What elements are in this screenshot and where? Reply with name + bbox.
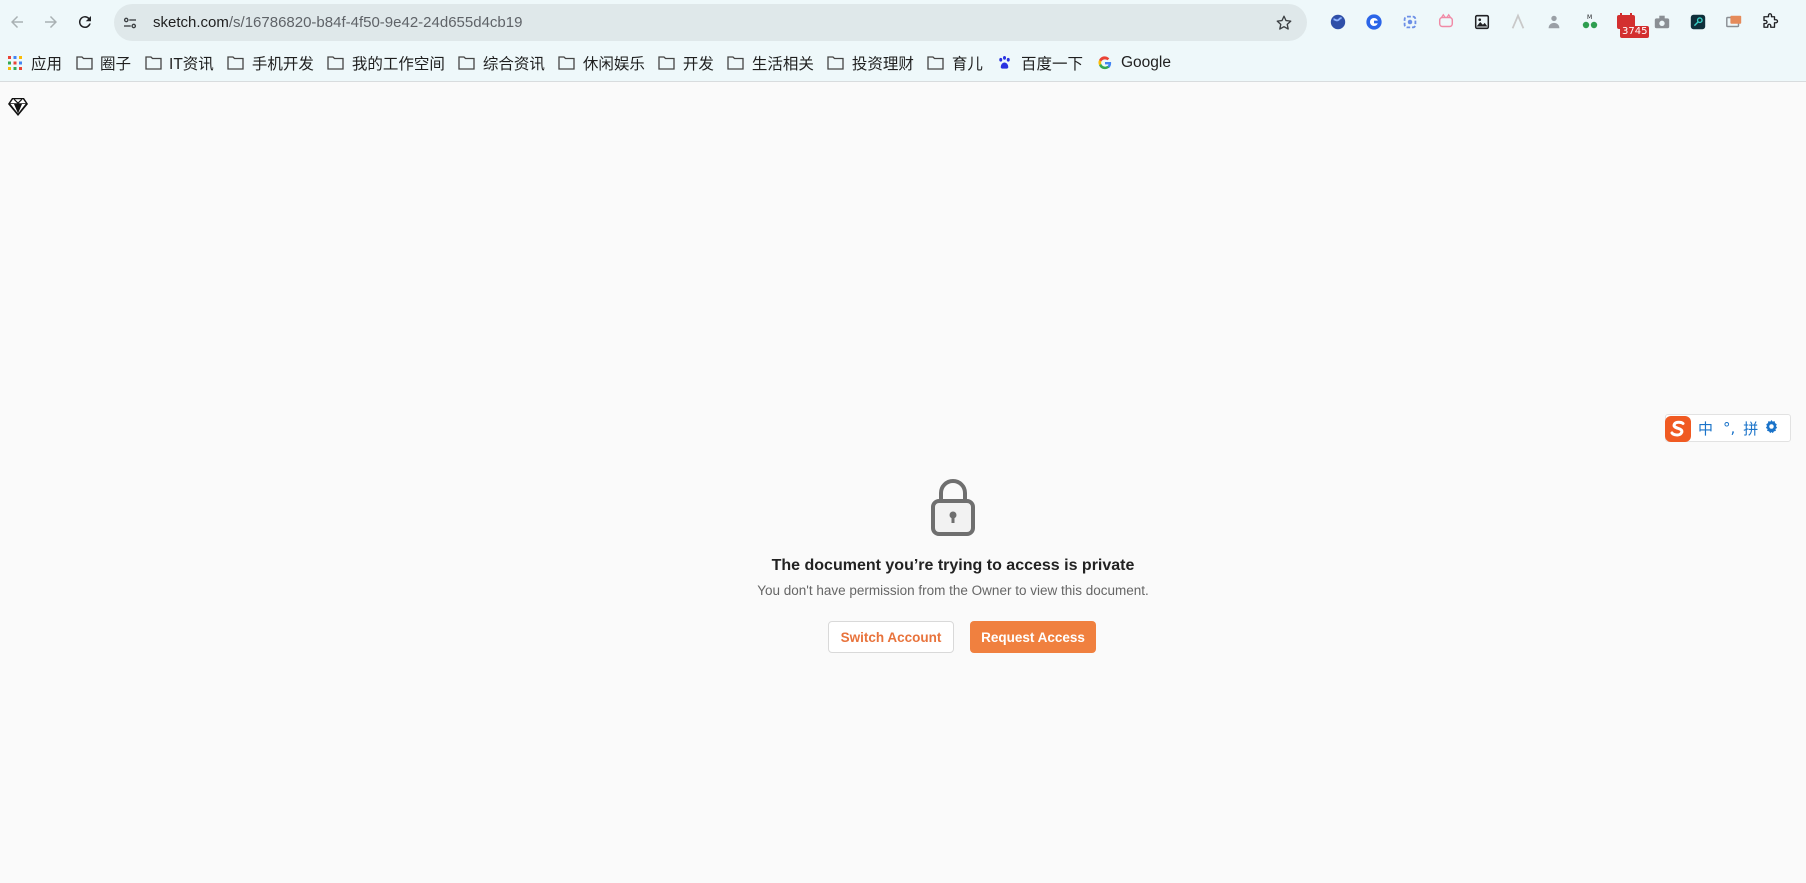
folder-icon bbox=[458, 54, 476, 72]
bookmark-label: Google bbox=[1120, 53, 1171, 71]
glasses-extension-icon[interactable]: M bbox=[1572, 4, 1608, 40]
folder-icon bbox=[558, 54, 576, 72]
bookmark-label: 开发 bbox=[682, 55, 714, 73]
bookmark-folder-investing[interactable]: 投资理财 bbox=[821, 49, 921, 77]
arrow-right-icon bbox=[45, 16, 57, 28]
folder-icon bbox=[927, 54, 945, 72]
bookmark-folder-dev[interactable]: 开发 bbox=[652, 49, 721, 77]
bookmark-folder-it-news[interactable]: IT资讯 bbox=[138, 49, 221, 77]
page-subtitle: You don't have permission from the Owner… bbox=[757, 583, 1149, 598]
bookmark-label: IT资讯 bbox=[169, 55, 214, 73]
folder-icon bbox=[827, 54, 845, 72]
svg-text:M: M bbox=[1587, 14, 1592, 21]
reload-icon bbox=[78, 16, 91, 29]
page-title: The document you’re trying to access is … bbox=[771, 557, 1135, 574]
request-access-button[interactable]: Request Access bbox=[970, 621, 1096, 653]
ime-toolbar[interactable]: 中 °, 拼 bbox=[1665, 414, 1791, 442]
bookmark-label: 我的工作空间 bbox=[351, 55, 445, 73]
sketch-logo-icon[interactable] bbox=[7, 97, 29, 117]
ime-punctuation-toggle[interactable]: °, bbox=[1723, 419, 1735, 437]
bookmark-apps[interactable]: 应用 bbox=[6, 49, 69, 77]
bookmark-label: 百度一下 bbox=[1020, 55, 1083, 73]
back-button[interactable] bbox=[0, 5, 34, 39]
lock-icon bbox=[931, 479, 975, 536]
image-extension-icon[interactable] bbox=[1464, 4, 1500, 40]
extensions-bar: M 3745 bbox=[1320, 0, 1788, 44]
ime-pinyin-toggle[interactable]: 拼 bbox=[1743, 418, 1758, 439]
bookmark-folder-parenting[interactable]: 育儿 bbox=[921, 49, 990, 77]
calendar-extension-icon[interactable]: 3745 bbox=[1608, 4, 1650, 40]
folder-icon bbox=[658, 54, 676, 72]
arrow-left-icon bbox=[11, 16, 23, 28]
bookmark-folder-leisure[interactable]: 休闲娱乐 bbox=[552, 49, 652, 77]
bookmark-star-icon[interactable] bbox=[1273, 12, 1295, 34]
address-bar[interactable]: sketch.com/s/16786820-b84f-4f50-9e42-24d… bbox=[114, 4, 1307, 41]
key-extension-icon[interactable] bbox=[1680, 4, 1716, 40]
google-g-icon bbox=[1096, 54, 1114, 72]
bookmark-label: 应用 bbox=[31, 55, 63, 73]
bookmark-label: 手机开发 bbox=[251, 55, 314, 73]
baidu-paw-icon bbox=[996, 54, 1014, 72]
browser-toolbar: sketch.com/s/16786820-b84f-4f50-9e42-24d… bbox=[0, 0, 1806, 44]
folder-icon bbox=[144, 54, 162, 72]
bookmarks-bar: 应用 圈子 IT资讯 手机开发 我的工作空间 综合资讯 休闲娱乐 开发 生活相关… bbox=[0, 44, 1806, 82]
person-extension-icon[interactable] bbox=[1536, 4, 1572, 40]
bookmark-folder-general-news[interactable]: 综合资讯 bbox=[452, 49, 552, 77]
reload-button[interactable] bbox=[68, 5, 102, 39]
bookmark-label: 圈子 bbox=[100, 55, 132, 73]
bookmark-label: 综合资讯 bbox=[482, 55, 545, 73]
apps-grid-icon bbox=[6, 54, 24, 72]
bookmark-label: 育儿 bbox=[951, 55, 983, 73]
site-info-icon[interactable] bbox=[116, 9, 144, 37]
sogou-logo-icon[interactable] bbox=[1664, 415, 1692, 443]
bookmark-folder-life[interactable]: 生活相关 bbox=[721, 49, 821, 77]
ime-mode-toggle[interactable]: 中 bbox=[1698, 418, 1713, 439]
folder-icon bbox=[327, 54, 345, 72]
focus-extension-icon[interactable] bbox=[1392, 4, 1428, 40]
bookmark-label: 休闲娱乐 bbox=[582, 55, 645, 73]
pink-cat-extension-icon[interactable] bbox=[1428, 4, 1464, 40]
bookmark-folder-circle[interactable]: 圈子 bbox=[69, 49, 138, 77]
bookmark-label: 生活相关 bbox=[751, 55, 814, 73]
forward-button[interactable] bbox=[34, 5, 68, 39]
url-host: sketch.com bbox=[153, 14, 229, 31]
triangle-extension-icon[interactable] bbox=[1500, 4, 1536, 40]
screens-extension-icon[interactable] bbox=[1716, 4, 1752, 40]
bookmark-label: 投资理财 bbox=[851, 55, 914, 73]
bookmark-google[interactable]: Google bbox=[1090, 49, 1178, 77]
puzzle-extensions-icon[interactable] bbox=[1752, 4, 1788, 40]
bookmark-folder-workspace[interactable]: 我的工作空间 bbox=[321, 49, 452, 77]
folder-icon bbox=[727, 54, 745, 72]
g-circle-extension-icon[interactable] bbox=[1356, 4, 1392, 40]
camera-extension-icon[interactable] bbox=[1644, 4, 1680, 40]
folder-icon bbox=[75, 54, 93, 72]
bookmark-baidu[interactable]: 百度一下 bbox=[990, 49, 1090, 77]
switch-account-button[interactable]: Switch Account bbox=[828, 621, 954, 653]
url-path: /s/16786820-b84f-4f50-9e42-24d655d4cb19 bbox=[228, 14, 523, 31]
folder-icon bbox=[227, 54, 245, 72]
globe-extension-icon[interactable] bbox=[1320, 4, 1356, 40]
bookmark-folder-mobile-dev[interactable]: 手机开发 bbox=[221, 49, 321, 77]
ime-settings-gear-icon[interactable] bbox=[1764, 419, 1779, 438]
url-text[interactable]: sketch.com/s/16786820-b84f-4f50-9e42-24d… bbox=[153, 14, 522, 31]
